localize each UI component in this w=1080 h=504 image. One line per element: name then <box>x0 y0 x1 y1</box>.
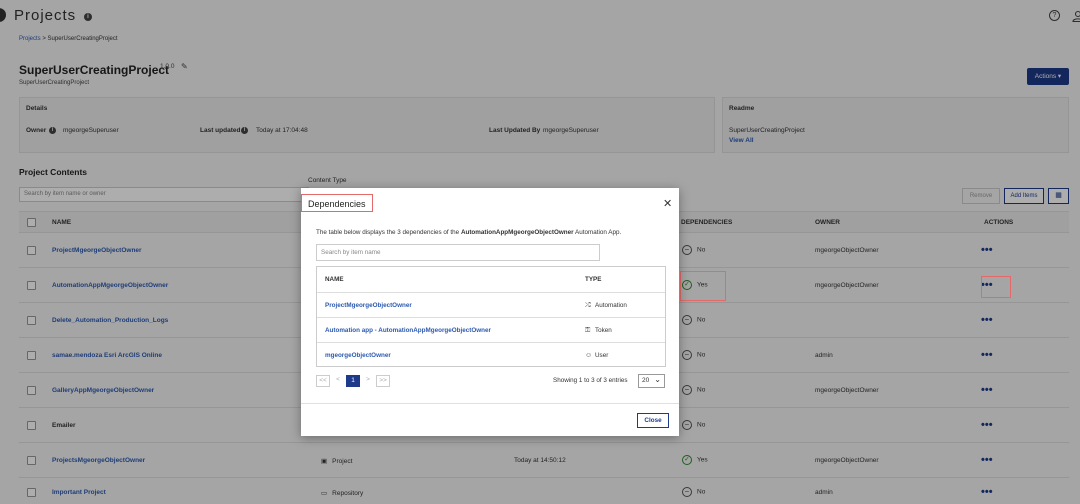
modal-description: The table below displays the 3 dependenc… <box>316 229 622 236</box>
modal-col-name[interactable]: NAME <box>325 276 344 283</box>
dep-name[interactable]: Automation app - AutomationAppMgeorgeObj… <box>325 327 491 334</box>
dependencies-modal: Dependencies ✕ The table below displays … <box>301 188 679 436</box>
user-group-icon: ☺ <box>585 352 593 359</box>
page-size-select[interactable]: 20 ⌄ <box>638 374 665 388</box>
first-page-button[interactable]: << <box>316 375 330 387</box>
modal-divider <box>301 403 679 404</box>
table-row: mgeorgeObjectOwner ☺ User <box>317 342 665 367</box>
highlight-modal-title <box>301 194 373 212</box>
last-page-button[interactable]: >> <box>376 375 390 387</box>
prev-page-button[interactable]: < <box>331 375 345 387</box>
modal-search-input[interactable]: Search by item name <box>316 244 600 261</box>
chevron-down-icon: ⌄ <box>654 375 661 384</box>
dep-type: ☺ User <box>585 352 609 359</box>
key-icon: ⚿ <box>585 327 591 334</box>
page-1-button[interactable]: 1 <box>346 375 360 387</box>
close-button[interactable]: Close <box>637 413 669 428</box>
highlight-more-actions <box>981 276 1011 298</box>
close-icon[interactable]: ✕ <box>663 197 672 210</box>
dep-name[interactable]: ProjectMgeorgeObjectOwner <box>325 302 412 309</box>
next-page-button[interactable]: > <box>361 375 375 387</box>
dep-type: ⤮ Automation <box>585 302 627 309</box>
modal-col-type[interactable]: TYPE <box>585 276 601 283</box>
dependencies-table: NAME TYPE ProjectMgeorgeObjectOwner ⤮ Aut… <box>316 266 666 367</box>
dep-type: ⚿ Token <box>585 327 612 334</box>
dep-name[interactable]: mgeorgeObjectOwner <box>325 352 391 359</box>
shuffle-icon: ⤮ <box>585 302 591 309</box>
highlight-dependencies-yes <box>680 271 726 301</box>
table-row: Automation app - AutomationAppMgeorgeObj… <box>317 317 665 342</box>
table-row: ProjectMgeorgeObjectOwner ⤮ Automation <box>317 292 665 317</box>
showing-entries: Showing 1 to 3 of 3 entries <box>553 377 628 384</box>
